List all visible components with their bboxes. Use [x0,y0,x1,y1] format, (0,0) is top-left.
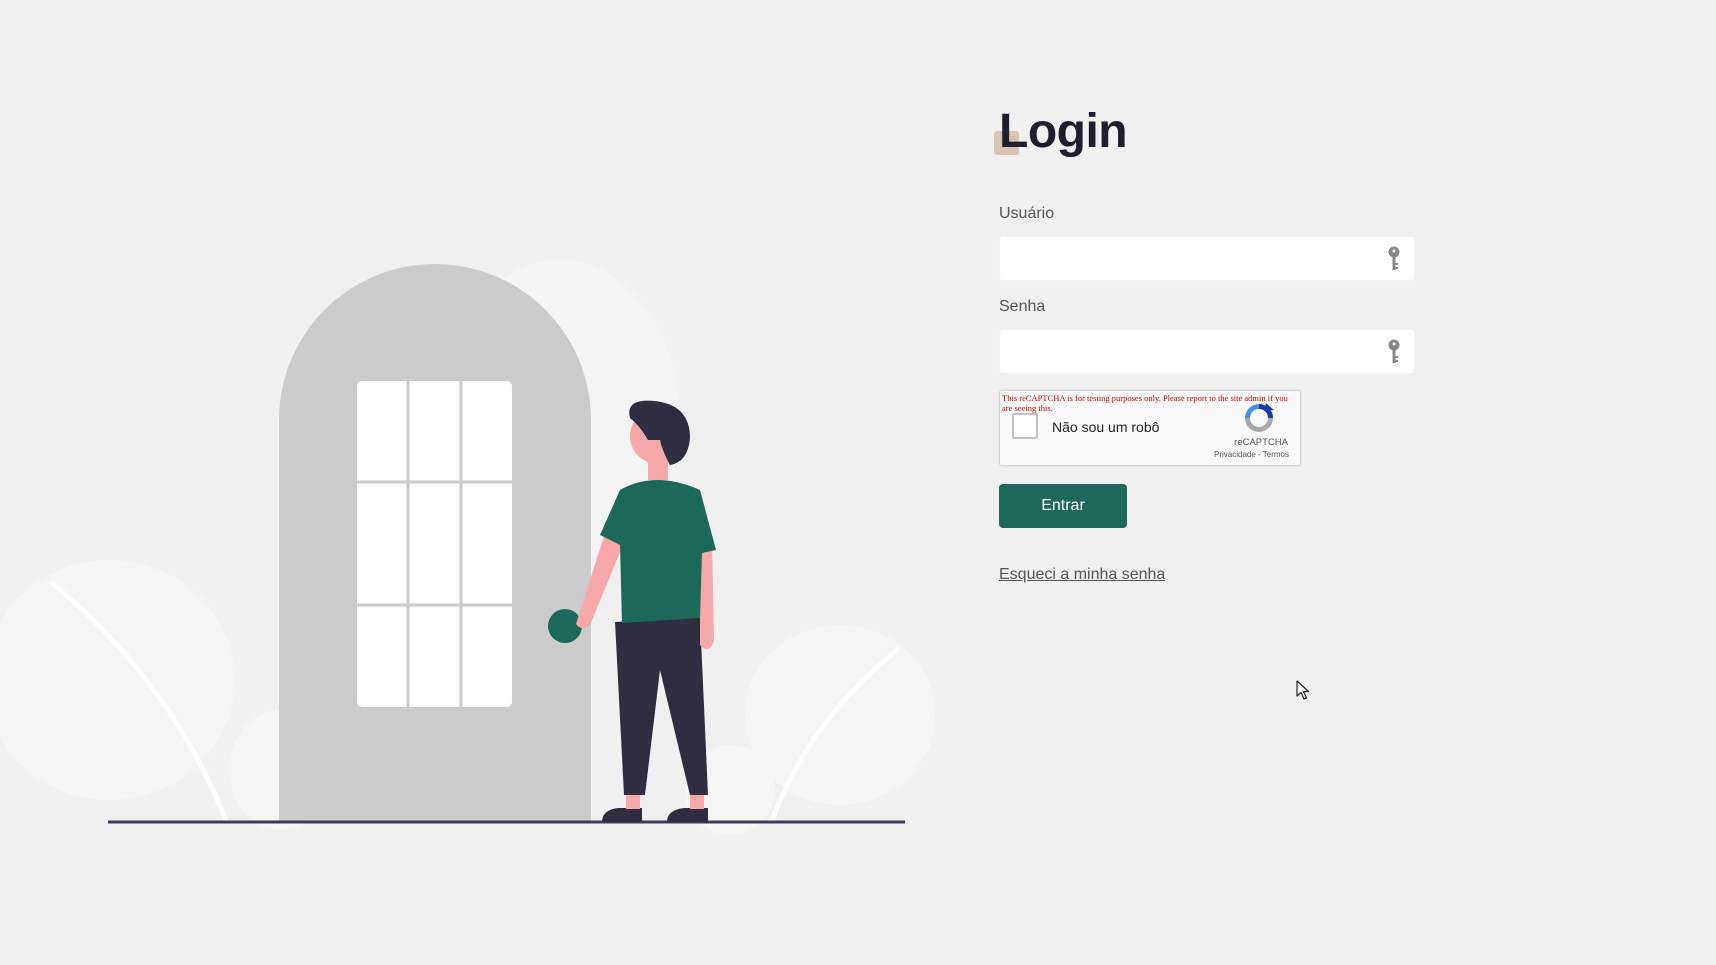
door-knob [548,609,582,643]
title-wrap: Login [994,100,1419,170]
person-pants [615,617,708,795]
password-field [999,329,1415,374]
recaptcha-logo-icon [1245,403,1274,432]
recaptcha-brand: reCAPTCHA [1234,437,1288,448]
page-title: Login [999,105,1128,158]
submit-button[interactable]: Entrar [999,484,1127,528]
door-window [357,381,512,707]
recaptcha-privacy-link[interactable]: Privacidade [1214,450,1256,459]
username-field [999,236,1415,281]
bg-blob-right [745,625,935,805]
login-page: Login Usuário Senha This reCAPTCHA is fo… [0,0,1716,965]
username-label: Usuário [999,205,1055,222]
password-label: Senha [999,298,1046,315]
person-shoe-left [602,808,642,822]
recaptcha-widget: This reCAPTCHA is for testing purposes o… [999,390,1301,466]
recaptcha-links: Privacidade - Termos [1214,450,1289,459]
forgot-password-link[interactable]: Esqueci a minha senha [999,566,1165,584]
recaptcha-terms-link[interactable]: Termos [1263,450,1289,459]
recaptcha-link-separator: - [1255,450,1263,459]
person-shoe-right [667,808,708,822]
person-ankle-right [690,795,704,809]
illustration-person-at-door [0,260,935,835]
recaptcha-checkbox-label: Não sou um robô [1052,419,1160,435]
person-arm-right [700,545,714,649]
password-input[interactable] [999,329,1415,374]
mouse-pointer-icon [1296,680,1310,700]
person-ankle-left [626,795,640,809]
login-form: Login Usuário Senha This reCAPTCHA is fo… [994,100,1419,584]
recaptcha-checkbox[interactable] [1012,413,1038,439]
key-icon [1388,339,1400,363]
key-icon [1388,246,1400,270]
username-input[interactable] [999,236,1415,281]
